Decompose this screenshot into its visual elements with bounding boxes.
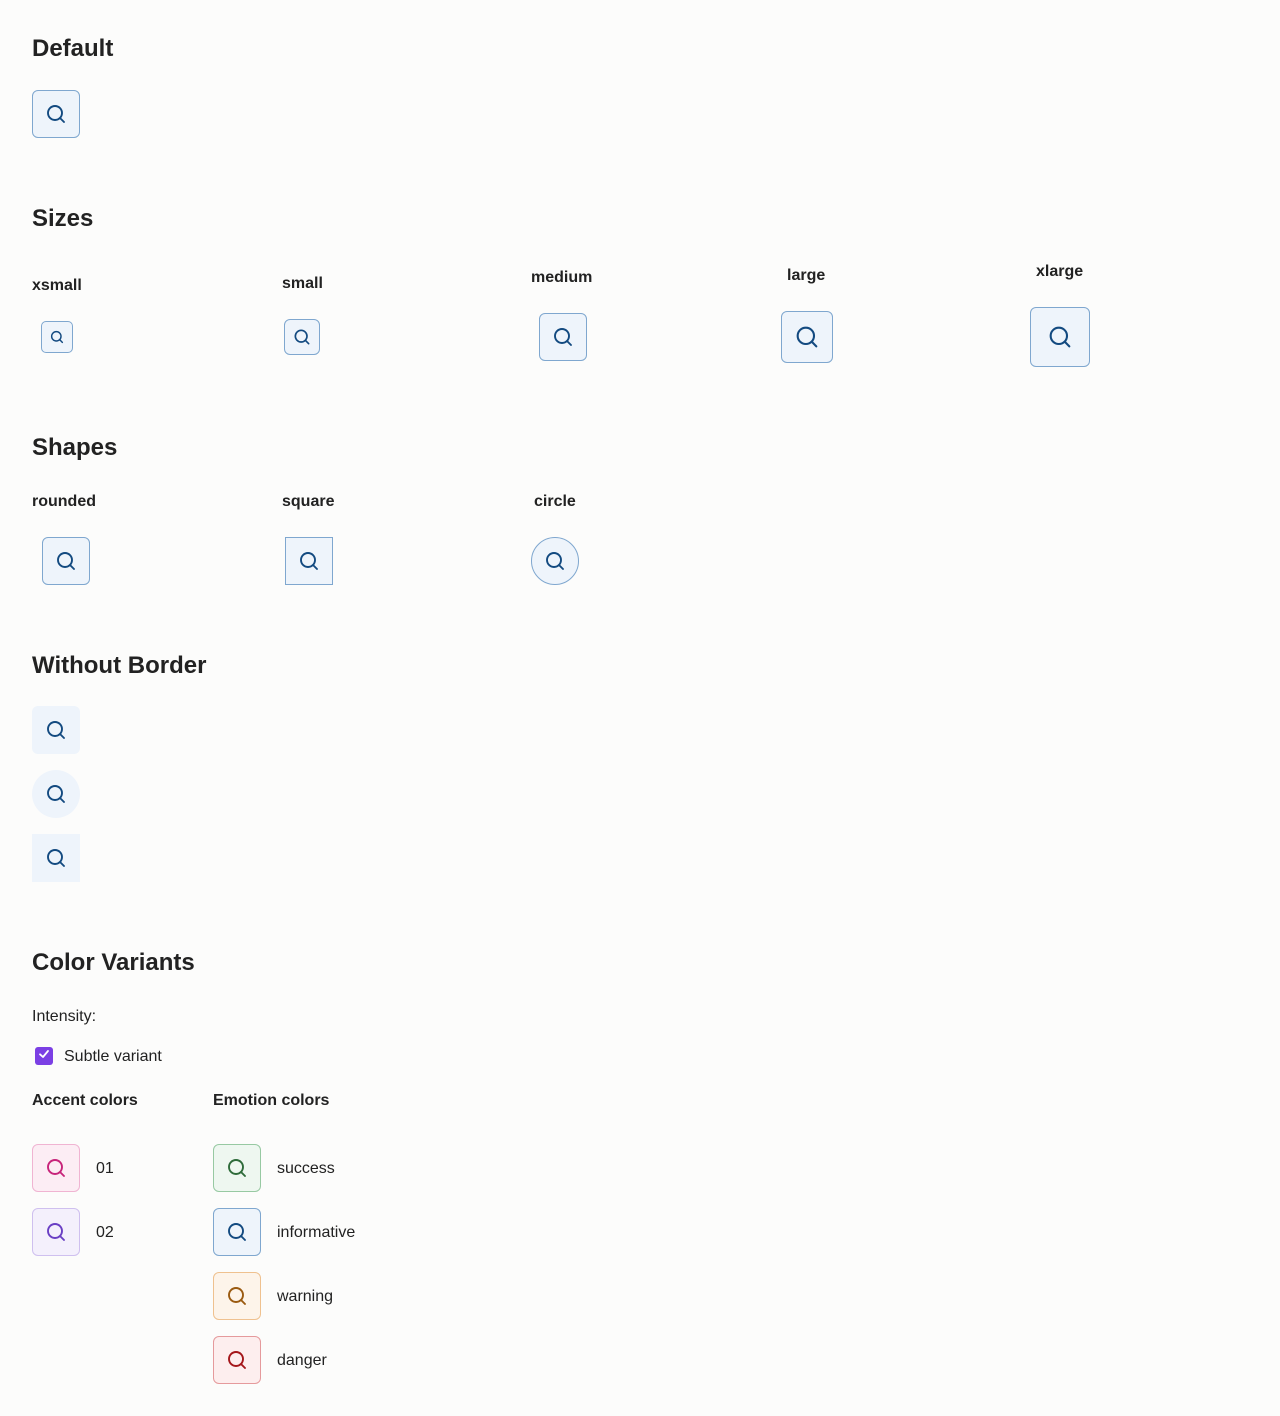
section-title-without-border: Without Border — [32, 652, 207, 679]
size-label-medium: medium — [531, 269, 593, 286]
section-title-default: Default — [32, 35, 114, 62]
checkmark-icon — [38, 1047, 50, 1065]
search-icon — [292, 327, 312, 347]
icon-button-xsmall[interactable] — [41, 321, 73, 353]
search-icon — [44, 846, 68, 870]
emotion-label-informative: informative — [277, 1224, 356, 1241]
size-label-xsmall: xsmall — [32, 277, 82, 294]
subtle-variant-checkbox[interactable] — [35, 1047, 53, 1065]
icon-button-medium[interactable] — [539, 313, 587, 361]
icon-button-xlarge[interactable] — [1030, 307, 1090, 367]
search-icon — [225, 1156, 249, 1180]
search-icon — [44, 1220, 68, 1244]
icon-button-warning[interactable] — [213, 1272, 261, 1320]
icon-button-rounded[interactable] — [42, 537, 90, 585]
shape-label-square: square — [282, 493, 335, 510]
icon-button-default[interactable] — [32, 90, 80, 138]
search-icon — [225, 1220, 249, 1244]
icon-button-large[interactable] — [781, 311, 833, 363]
size-label-xlarge: xlarge — [1036, 263, 1084, 280]
icon-button-accent-02[interactable] — [32, 1208, 80, 1256]
shape-label-rounded: rounded — [32, 493, 96, 510]
size-label-large: large — [787, 267, 826, 284]
emotion-colors-heading: Emotion colors — [213, 1092, 330, 1109]
shape-label-circle: circle — [534, 493, 576, 510]
emotion-label-success: success — [277, 1160, 335, 1177]
intensity-label: Intensity: — [32, 1008, 97, 1025]
section-title-color-variants: Color Variants — [32, 949, 195, 976]
size-label-small: small — [282, 275, 323, 292]
icon-button-success[interactable] — [213, 1144, 261, 1192]
icon-button-square[interactable] — [285, 537, 333, 585]
subtle-variant-label[interactable]: Subtle variant — [64, 1048, 162, 1066]
emotion-label-warning: warning — [277, 1288, 334, 1305]
search-icon — [793, 323, 821, 351]
accent-colors-heading: Accent colors — [32, 1092, 138, 1109]
icon-button-circle[interactable] — [531, 537, 579, 585]
section-title-shapes: Shapes — [32, 434, 118, 461]
search-icon — [49, 329, 65, 345]
icon-button-small[interactable] — [284, 319, 320, 355]
search-icon — [225, 1284, 249, 1308]
icon-button-borderless-circle[interactable] — [32, 770, 80, 818]
search-icon — [297, 549, 321, 573]
search-icon — [44, 1156, 68, 1180]
accent-label-01: 01 — [96, 1160, 114, 1177]
search-icon — [44, 102, 68, 126]
icon-button-borderless-square[interactable] — [32, 834, 80, 882]
icon-button-borderless-rounded[interactable] — [32, 706, 80, 754]
search-icon — [54, 549, 78, 573]
emotion-label-danger: danger — [277, 1352, 327, 1369]
search-icon — [551, 325, 575, 349]
icon-button-accent-01[interactable] — [32, 1144, 80, 1192]
icon-button-danger[interactable] — [213, 1336, 261, 1384]
search-icon — [225, 1348, 249, 1372]
search-icon — [543, 549, 567, 573]
accent-label-02: 02 — [96, 1224, 114, 1241]
icon-button-informative[interactable] — [213, 1208, 261, 1256]
search-icon — [44, 782, 68, 806]
search-icon — [44, 718, 68, 742]
section-title-sizes: Sizes — [32, 205, 94, 232]
search-icon — [1046, 323, 1074, 351]
